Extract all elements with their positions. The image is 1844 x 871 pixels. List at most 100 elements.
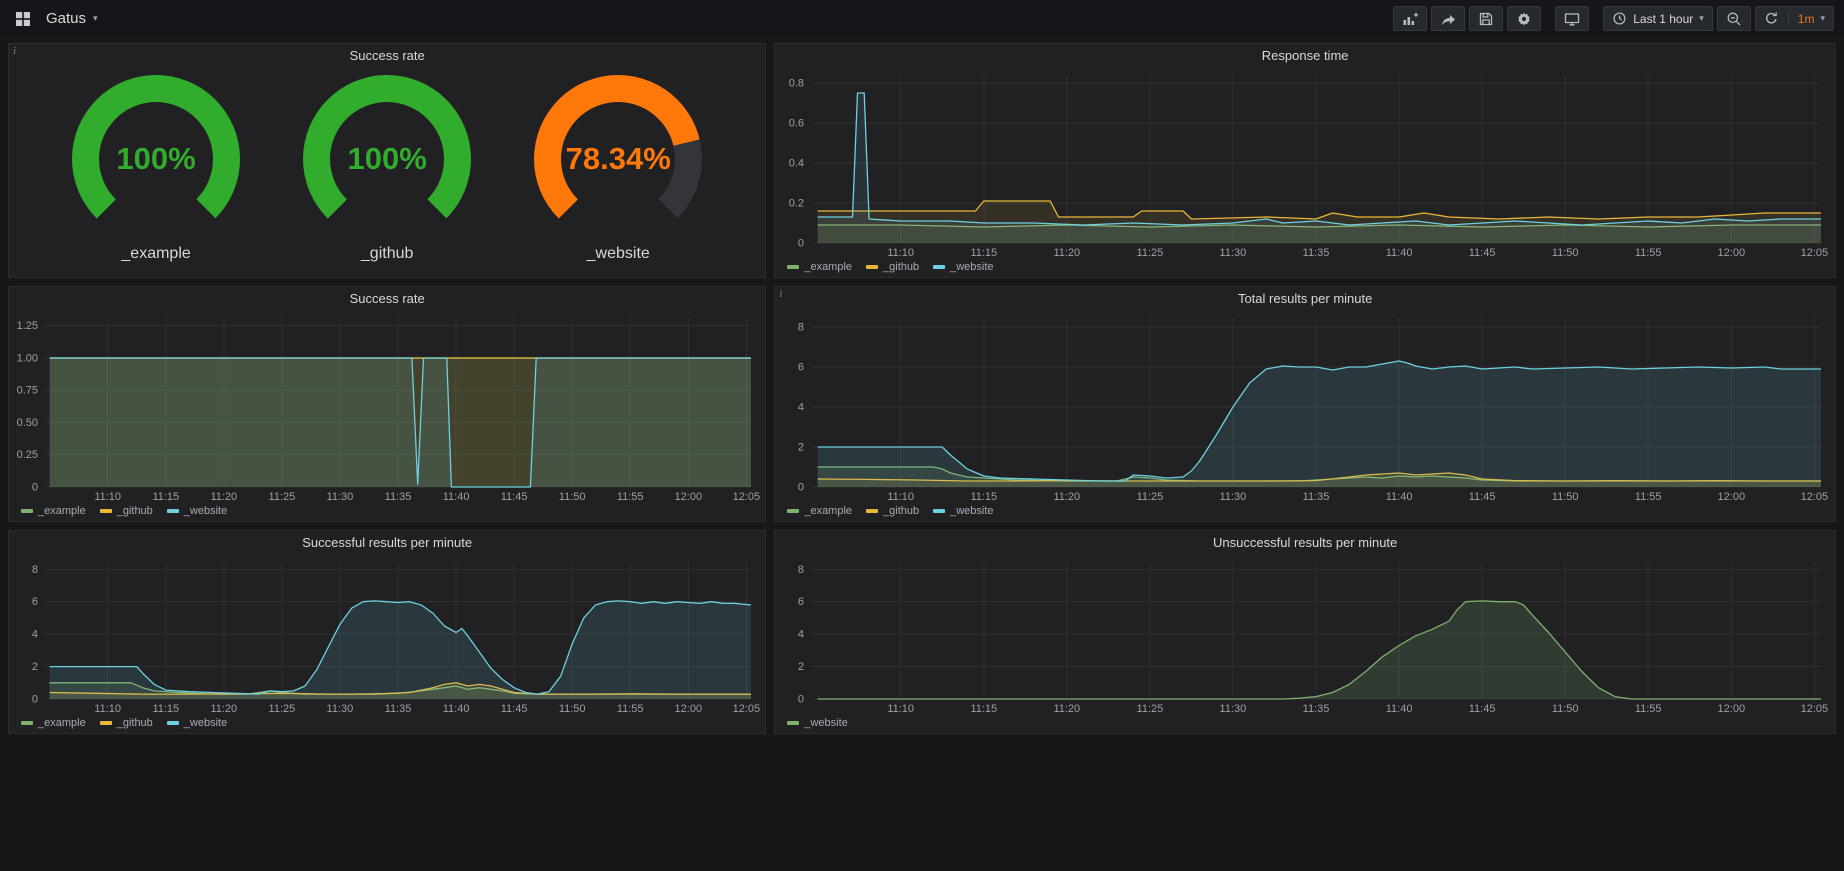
legend-item-_example[interactable]: _example bbox=[21, 505, 86, 517]
dashboard-title-dropdown[interactable]: Gatus ▾ bbox=[46, 10, 98, 27]
unsuccessful-results-chart[interactable]: 0246811:1011:1511:2011:2511:3011:3511:40… bbox=[775, 554, 1835, 715]
panel-title[interactable]: Response time bbox=[775, 44, 1835, 67]
gauge-label: _example bbox=[72, 245, 240, 263]
dashboards-grid-icon[interactable] bbox=[10, 6, 36, 32]
panel-title[interactable]: Total results per minute bbox=[775, 287, 1835, 310]
panel-title[interactable]: Success rate bbox=[9, 287, 765, 310]
x-axis-label: 11:10 bbox=[94, 703, 121, 715]
y-axis-label: 0 bbox=[32, 694, 38, 706]
legend-item-_github[interactable]: _github bbox=[100, 505, 153, 517]
x-axis-label: 11:55 bbox=[617, 703, 644, 715]
y-axis-label: 6 bbox=[798, 596, 804, 608]
legend-swatch bbox=[21, 509, 33, 513]
x-axis-label: 11:10 bbox=[888, 247, 915, 259]
legend-label: _website bbox=[184, 505, 227, 517]
legend-item-_website[interactable]: _website bbox=[787, 717, 847, 729]
panel-info-icon[interactable]: i bbox=[779, 288, 782, 300]
y-axis-label: 0 bbox=[798, 238, 804, 250]
time-range-picker[interactable]: Last 1 hour ▾ bbox=[1603, 6, 1713, 31]
success-rate-chart[interactable]: 00.250.500.751.001.2511:1011:1511:2011:2… bbox=[9, 310, 765, 503]
x-axis-label: 12:00 bbox=[1718, 703, 1746, 715]
caret-down-icon: ▾ bbox=[1820, 14, 1825, 23]
y-axis-label: 6 bbox=[798, 362, 804, 374]
x-axis-label: 11:55 bbox=[617, 491, 644, 503]
refresh-icon bbox=[1764, 11, 1779, 26]
y-axis-label: 0.6 bbox=[789, 118, 804, 130]
settings-button[interactable] bbox=[1507, 6, 1541, 31]
legend-item-_github[interactable]: _github bbox=[866, 261, 919, 273]
x-axis-label: 11:15 bbox=[152, 703, 179, 715]
legend-item-_website[interactable]: _website bbox=[167, 505, 227, 517]
x-axis-label: 11:40 bbox=[1386, 247, 1413, 259]
panel-title[interactable]: Unsuccessful results per minute bbox=[775, 531, 1835, 554]
gauge-_website: 78.34% _website bbox=[534, 75, 702, 263]
legend-item-_github[interactable]: _github bbox=[866, 505, 919, 517]
panel-title[interactable]: Successful results per minute bbox=[9, 531, 765, 554]
legend-item-_website[interactable]: _website bbox=[933, 505, 993, 517]
x-axis-label: 11:25 bbox=[1137, 703, 1164, 715]
legend: _website bbox=[775, 715, 1835, 733]
y-axis-label: 0 bbox=[798, 694, 804, 706]
y-axis-label: 8 bbox=[798, 322, 804, 334]
x-axis-label: 11:25 bbox=[269, 491, 296, 503]
legend-item-_website[interactable]: _website bbox=[933, 261, 993, 273]
caret-down-icon: ▾ bbox=[1699, 14, 1704, 23]
gauge-value: 78.34% bbox=[566, 141, 671, 177]
add-panel-button[interactable] bbox=[1393, 6, 1427, 31]
save-floppy-icon bbox=[1478, 11, 1494, 27]
y-axis-label: 0.4 bbox=[789, 158, 804, 170]
series-area-_website bbox=[818, 601, 1821, 699]
x-axis-label: 11:30 bbox=[327, 491, 354, 503]
y-axis-label: 0.50 bbox=[17, 417, 38, 429]
gauge-arc: 100% bbox=[303, 75, 471, 243]
clock-icon bbox=[1612, 11, 1627, 26]
x-axis-label: 12:05 bbox=[1801, 491, 1829, 503]
x-axis-label: 11:55 bbox=[1635, 703, 1662, 715]
legend-label: _github bbox=[883, 261, 919, 273]
refresh-control[interactable]: 1m ▾ bbox=[1755, 6, 1834, 31]
panel-response-time: Response time 00.20.40.60.811:1011:1511:… bbox=[774, 43, 1836, 278]
total-results-chart[interactable]: 0246811:1011:1511:2011:2511:3011:3511:40… bbox=[775, 310, 1835, 503]
successful-results-chart[interactable]: 0246811:1011:1511:2011:2511:3011:3511:40… bbox=[9, 554, 765, 715]
legend-item-_github[interactable]: _github bbox=[100, 717, 153, 729]
panel-success-rate-graph: Success rate 00.250.500.751.001.2511:101… bbox=[8, 286, 766, 522]
x-axis-label: 11:45 bbox=[1469, 703, 1496, 715]
response-time-chart[interactable]: 00.20.40.60.811:1011:1511:2011:2511:3011… bbox=[775, 67, 1835, 259]
y-axis-label: 8 bbox=[798, 564, 804, 576]
x-axis-label: 11:15 bbox=[971, 491, 998, 503]
y-axis-label: 0.2 bbox=[789, 198, 804, 210]
y-axis-label: 0.8 bbox=[789, 78, 804, 90]
x-axis-label: 11:40 bbox=[443, 491, 470, 503]
zoom-out-button[interactable] bbox=[1717, 6, 1751, 31]
legend-item-_example[interactable]: _example bbox=[21, 717, 86, 729]
x-axis-label: 12:00 bbox=[1718, 247, 1746, 259]
legend-label: _github bbox=[883, 505, 919, 517]
share-button[interactable] bbox=[1431, 6, 1465, 31]
bar-chart-plus-icon bbox=[1402, 11, 1418, 27]
gear-icon bbox=[1516, 11, 1532, 27]
panel-info-icon[interactable]: i bbox=[13, 45, 16, 57]
panel-unsuccessful-results: Unsuccessful results per minute 0246811:… bbox=[774, 530, 1836, 734]
x-axis-label: 11:35 bbox=[1303, 247, 1330, 259]
monitor-icon bbox=[1564, 11, 1580, 27]
x-axis-label: 11:50 bbox=[1552, 491, 1579, 503]
navbar-right: Last 1 hour ▾ 1m ▾ bbox=[1393, 6, 1834, 31]
gauge-label: _website bbox=[534, 245, 702, 263]
legend: _example _github _website bbox=[9, 503, 765, 521]
panel-title[interactable]: Success rate bbox=[9, 44, 765, 67]
y-axis-label: 2 bbox=[32, 661, 38, 673]
legend-swatch bbox=[866, 509, 878, 513]
x-axis-label: 11:50 bbox=[559, 703, 586, 715]
legend-item-_website[interactable]: _website bbox=[167, 717, 227, 729]
y-axis-label: 0 bbox=[32, 482, 38, 494]
save-button[interactable] bbox=[1469, 6, 1503, 31]
x-axis-label: 11:30 bbox=[327, 703, 354, 715]
y-axis-label: 6 bbox=[32, 596, 38, 608]
legend-item-_example[interactable]: _example bbox=[787, 261, 852, 273]
legend-item-_example[interactable]: _example bbox=[787, 505, 852, 517]
cycle-view-button[interactable] bbox=[1555, 6, 1589, 31]
x-axis-label: 11:55 bbox=[1635, 491, 1662, 503]
x-axis-label: 11:15 bbox=[152, 491, 179, 503]
legend-swatch bbox=[21, 721, 33, 725]
y-axis-label: 0 bbox=[798, 482, 804, 494]
